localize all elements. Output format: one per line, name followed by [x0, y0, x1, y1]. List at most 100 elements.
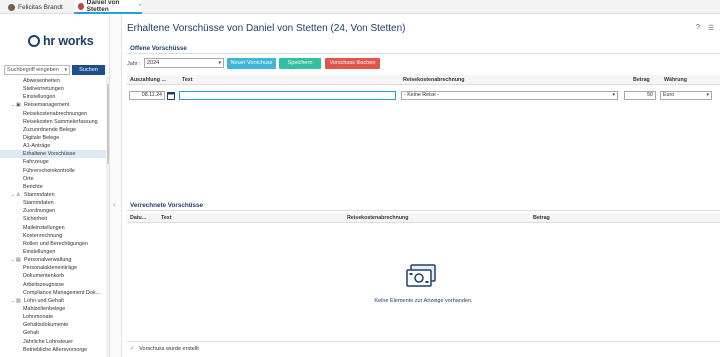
sidebar-item-label: Lohnmonate [23, 314, 53, 321]
sidebar-item[interactable]: Betriebliche Altersvorsorge [0, 346, 106, 354]
save-button[interactable]: Speichern [279, 58, 321, 69]
settled-advances-title: Verrechnete Vorschüsse [130, 202, 204, 209]
amount-field[interactable]: 50 [624, 91, 656, 100]
sidebar-item[interactable]: Dokumentenkorb [0, 272, 106, 280]
sidebar-group[interactable]: ⌄▥ Lohn und Gehalt [0, 297, 106, 305]
sidebar-item[interactable]: Führerscheinkontrolle [0, 167, 106, 175]
sidebar-item-label: Stammdaten [24, 191, 55, 198]
delete-advance-button[interactable]: Vorschuss löschen [325, 58, 380, 69]
col-amount[interactable]: Betrag [633, 75, 650, 85]
col-amount[interactable]: Betrag [533, 213, 550, 223]
year-label: Jahr : [127, 61, 141, 67]
sidebar-item[interactable]: Fahrzeuge [0, 158, 106, 166]
tab-daniel-von-stetten[interactable]: Daniel von Stetten × [74, 0, 142, 14]
sidebar-item-label: Reisekosten Sammelerfassung [23, 118, 98, 125]
year-select[interactable]: 2024 ▾ [144, 58, 224, 68]
sidebar-item[interactable]: Rollen und Berechtigungen [0, 240, 106, 248]
sidebar-collapse-handle[interactable]: ‹ [110, 14, 122, 357]
logo: hr works [28, 34, 94, 48]
sidebar-item[interactable]: Abwesenheiten [0, 77, 106, 85]
sidebar-item-label: Personalakteneinträge [23, 265, 77, 272]
sidebar-item-label: Reisemanagement [24, 102, 70, 109]
tab-felicitas-brandt[interactable]: Felicitas Brandt [4, 0, 72, 14]
search-button[interactable]: Suchen [72, 65, 105, 75]
sidebar-item-label: Zuordnungen [23, 208, 56, 215]
sidebar-item[interactable]: Sicherheit [0, 215, 106, 223]
page-title: Erhaltene Vorschüsse von Daniel von Stet… [127, 23, 406, 34]
date-field[interactable]: 08.11.24 [129, 91, 165, 100]
sidebar-item[interactable]: Gehaltsdokumente [0, 321, 106, 329]
sidebar-item[interactable]: Einstellungen [0, 248, 106, 256]
sidebar-item[interactable]: Einstellungen [0, 93, 106, 101]
sidebar-item[interactable]: Jährliche Lohnsteuer [0, 338, 106, 346]
sidebar-item[interactable]: Erhaltene Vorschüsse [0, 150, 106, 159]
text-field[interactable] [179, 91, 396, 100]
sidebar-item-label: Digitale Belege [23, 134, 60, 141]
sidebar-item-label: Erhaltene Vorschüsse [23, 151, 76, 158]
sidebar-item[interactable]: Gehalt [0, 329, 106, 337]
tab-label: Felicitas Brandt [18, 3, 63, 11]
empty-state-text: Keine Elemente zur Anzeige vorhanden. [374, 298, 473, 304]
sidebar-item-label: Lohn und Gehalt [24, 297, 64, 304]
sidebar-item[interactable]: Mahlzeitenbelege [0, 305, 106, 313]
chevron-down-icon: ▾ [706, 92, 709, 98]
col-text[interactable]: Text [182, 75, 193, 85]
sidebar-item-label: Zuzuordnende Belege [23, 126, 77, 133]
sidebar-group[interactable]: ⌄▣ Reisemanagement [0, 101, 106, 109]
sidebar-item[interactable]: Reisekosten Sammelerfassung [0, 118, 106, 126]
search-input[interactable]: Suchbegriff eingeben ▾ [4, 65, 70, 75]
col-trip[interactable]: Reisekostenabrechnung [403, 75, 465, 85]
divider [127, 210, 720, 211]
col-date[interactable]: Datu... [130, 213, 146, 223]
sidebar-item[interactable]: Arbeitszeugnisse [0, 281, 106, 289]
trip-select[interactable]: - Keine Reise - ▾ [401, 91, 618, 100]
sidebar-item[interactable]: Personalakteneinträge [0, 264, 106, 272]
sidebar-item[interactable]: Berichte [0, 183, 106, 191]
col-trip[interactable]: Reisekostenabrechnung [347, 213, 409, 223]
sidebar-item-label: Maileinstellungen [23, 224, 65, 231]
sidebar-item-label: Mahlzeitenbelege [23, 305, 66, 312]
sidebar-item-label: A1-Anträge [23, 143, 51, 150]
sidebar-item[interactable]: Stammdaten [0, 199, 106, 207]
trip-value: - Keine Reise - [404, 92, 440, 98]
currency-select[interactable]: Euro ▾ [660, 91, 712, 100]
logo-ring-icon [28, 35, 40, 47]
sidebar-item[interactable]: A1-Anträge [0, 142, 106, 150]
sidebar-item[interactable]: Reisekostenabrechnungen [0, 110, 106, 118]
sidebar-item[interactable]: Compliance Management Dok... [0, 289, 106, 297]
sidebar-item[interactable]: Orte [0, 175, 106, 183]
sidebar-item[interactable]: Kostenrechnung [0, 232, 106, 240]
open-grid-header: Auszahlung ... Text Reisekostenabrechnun… [127, 75, 720, 85]
date-value: 08.11.24 [141, 92, 162, 98]
col-text[interactable]: Text [161, 213, 172, 223]
status-bar: ✓ Vorschuss wurde erstellt [127, 341, 720, 357]
sidebar-group[interactable]: ⌄♙ Stammdaten [0, 191, 106, 199]
money-icon [406, 264, 436, 287]
sidebar-item-label: Fahrzeuge [23, 159, 49, 166]
new-advance-button[interactable]: Neuer Vorschuss [227, 58, 276, 69]
calendar-icon[interactable] [167, 91, 175, 100]
col-payout-date[interactable]: Auszahlung ... [130, 75, 166, 85]
sidebar-item[interactable]: Stellvertretungen [0, 85, 106, 93]
currency-value: Euro [663, 92, 675, 98]
tab-bar: Felicitas Brandt Daniel von Stetten × [0, 0, 720, 14]
sidebar-item-label: Personalverwaltung [24, 257, 72, 264]
help-icon[interactable]: ? [696, 24, 700, 31]
check-icon: ✓ [130, 346, 135, 352]
sidebar-item[interactable]: Lohnmonate [0, 313, 106, 321]
sidebar-item-label: Stammdaten [23, 200, 54, 207]
sidebar-item-label: Berichte [23, 183, 43, 190]
sidebar-item[interactable]: Zuzuordnende Belege [0, 126, 106, 134]
menu-icon[interactable]: ☰ [708, 24, 714, 32]
sidebar-item-label: Reisekostenabrechnungen [23, 110, 88, 117]
logo-text: hr works [43, 34, 94, 48]
sidebar-item-label: Orte [23, 175, 34, 182]
col-currency[interactable]: Währung [664, 75, 687, 85]
close-icon[interactable]: × [138, 3, 142, 9]
sidebar-item[interactable]: Zuordnungen [0, 207, 106, 215]
sidebar-item-label: Stellvertretungen [23, 86, 64, 93]
sidebar-item[interactable]: Digitale Belege [0, 134, 106, 142]
sidebar-item[interactable]: Maileinstellungen [0, 224, 106, 232]
sidebar-group[interactable]: ⌄▤ Personalverwaltung [0, 256, 106, 264]
sidebar-nav: Abwesenheiten Stellvertretungen Einstellun… [0, 77, 106, 357]
